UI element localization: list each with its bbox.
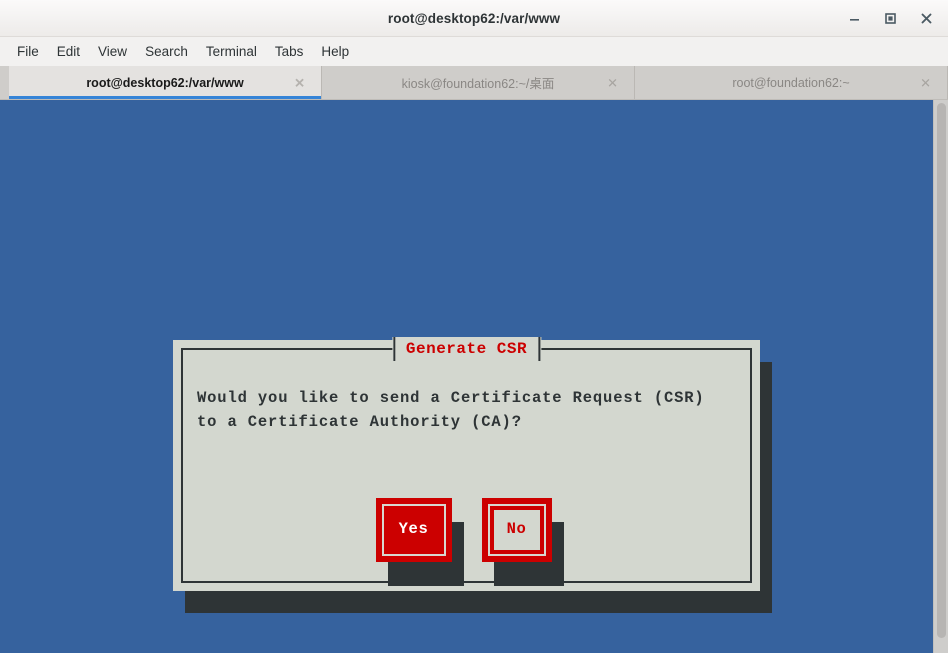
dialog-title-bar: Generate CSR xyxy=(391,337,542,361)
scrollbar-thumb[interactable] xyxy=(937,103,946,638)
yes-button-wrap: Yes xyxy=(375,498,464,586)
dialog-title: Generate CSR xyxy=(394,337,539,361)
tab-label: root@foundation62:~ xyxy=(732,75,850,90)
tab-close-icon[interactable]: ✕ xyxy=(920,76,931,89)
menu-item-help[interactable]: Help xyxy=(312,41,358,62)
tab-label: root@desktop62:/var/www xyxy=(86,75,244,90)
terminal-content-area[interactable]: Generate CSR Would you like to send a Ce… xyxy=(0,100,948,653)
tab-root-var-www[interactable]: root@desktop62:/var/www ✕ xyxy=(9,66,322,99)
menu-item-file[interactable]: File xyxy=(8,41,48,62)
menu-item-edit[interactable]: Edit xyxy=(48,41,89,62)
tabbar: root@desktop62:/var/www ✕ kiosk@foundati… xyxy=(0,66,948,100)
maximize-icon[interactable] xyxy=(872,4,908,34)
window-controls xyxy=(836,0,944,37)
no-button[interactable]: No xyxy=(481,498,552,562)
yes-button[interactable]: Yes xyxy=(375,498,452,562)
menu-item-view[interactable]: View xyxy=(89,41,136,62)
terminal-window: root@desktop62:/var/www File Edit View S… xyxy=(0,0,948,653)
terminal-scrollbar[interactable] xyxy=(933,100,948,653)
dialog-message-line-2: to a Certificate Authority (CA)? xyxy=(197,413,522,431)
dialog-message-line-1: Would you like to send a Certificate Req… xyxy=(197,389,705,407)
title-right-tick-icon xyxy=(538,337,541,361)
menu-item-tabs[interactable]: Tabs xyxy=(266,41,313,62)
yes-button-face: Yes xyxy=(381,504,446,556)
no-button-label: No xyxy=(506,520,527,539)
menubar: File Edit View Search Terminal Tabs Help xyxy=(0,37,948,66)
tabbar-left-spacer xyxy=(0,66,9,99)
no-button-inner: No xyxy=(493,510,540,550)
tab-kiosk-foundation62[interactable]: kiosk@foundation62:~/桌面 ✕ xyxy=(322,66,635,99)
no-button-face: No xyxy=(487,504,546,556)
close-icon[interactable] xyxy=(908,4,944,34)
dialog-button-row: Yes No xyxy=(197,498,742,586)
dialog-body: Would you like to send a Certificate Req… xyxy=(197,386,742,586)
minimize-icon[interactable] xyxy=(836,4,872,34)
window-title: root@desktop62:/var/www xyxy=(387,11,561,26)
tab-close-icon[interactable]: ✕ xyxy=(607,76,618,89)
yes-button-label: Yes xyxy=(398,520,429,539)
tab-root-foundation62[interactable]: root@foundation62:~ ✕ xyxy=(635,66,948,99)
window-titlebar: root@desktop62:/var/www xyxy=(0,0,948,37)
no-button-wrap: No xyxy=(481,498,564,586)
menu-item-terminal[interactable]: Terminal xyxy=(197,41,266,62)
dialog-frame: Generate CSR Would you like to send a Ce… xyxy=(181,337,752,586)
tab-close-icon[interactable]: ✕ xyxy=(294,76,305,89)
tab-label: kiosk@foundation62:~/桌面 xyxy=(401,77,555,91)
generate-csr-dialog: Generate CSR Would you like to send a Ce… xyxy=(173,337,760,591)
menu-item-search[interactable]: Search xyxy=(136,41,197,62)
